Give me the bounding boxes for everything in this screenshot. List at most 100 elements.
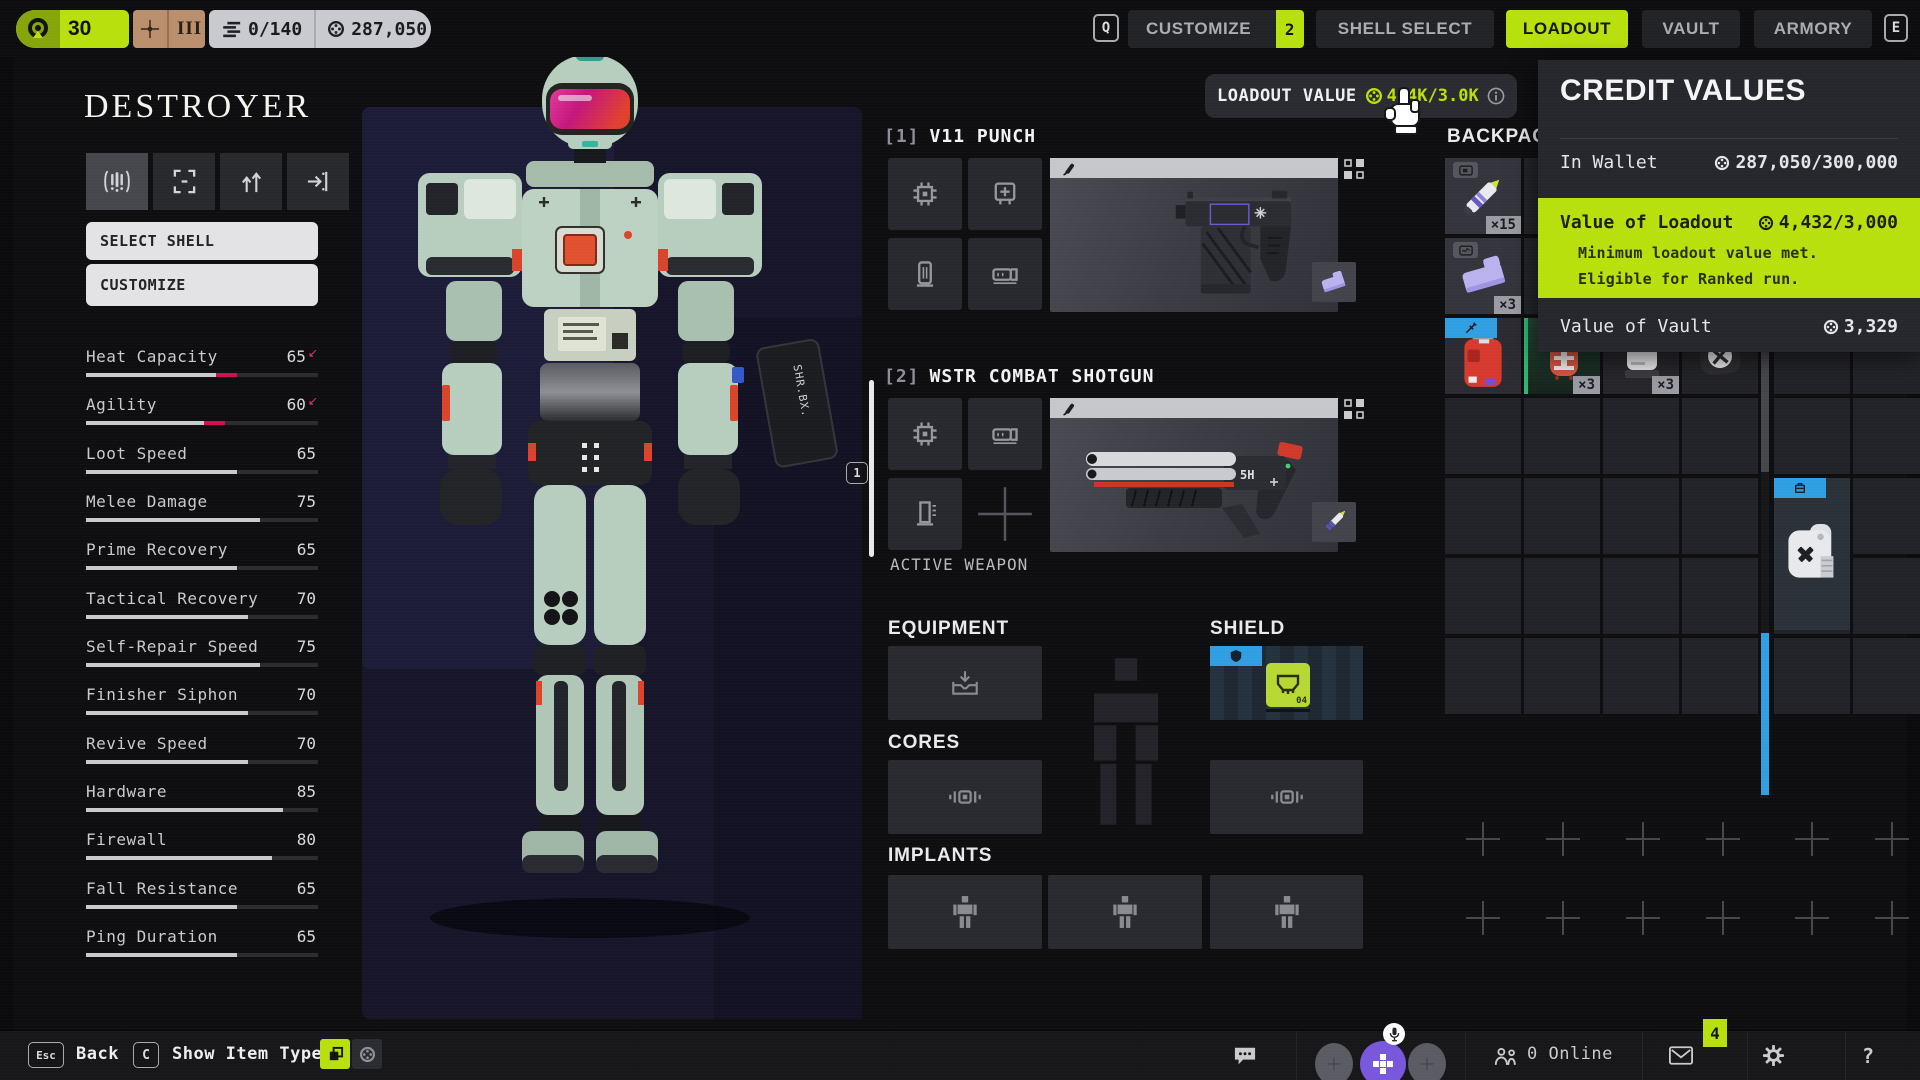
stat-row[interactable]: Fall Resistance 65 xyxy=(86,879,318,927)
mic-badge[interactable] xyxy=(1383,1023,1405,1045)
backpack-cell[interactable] xyxy=(1445,478,1521,554)
backpack-cell[interactable] xyxy=(1853,478,1920,554)
backpack-cell[interactable] xyxy=(1774,398,1850,474)
help-button[interactable]: ? xyxy=(1862,1044,1875,1068)
shield-header: SHIELD xyxy=(1210,618,1285,640)
stat-row[interactable]: Agility 60↙ xyxy=(86,395,318,443)
weapon2-mod-slot-barrel[interactable] xyxy=(888,478,962,550)
stat-row[interactable]: Self-Repair Speed 75 xyxy=(86,637,318,685)
shell-tab-mobility[interactable] xyxy=(220,153,282,210)
stat-row[interactable]: Ping Duration 65 xyxy=(86,927,318,975)
stat-row[interactable]: Loot Speed 65 xyxy=(86,444,318,492)
backpack-cell[interactable] xyxy=(1603,478,1679,554)
settings-gear-icon[interactable] xyxy=(1762,1044,1785,1067)
backpack-item-stim-pen[interactable]: ×15 xyxy=(1445,158,1521,234)
backpack-cell[interactable] xyxy=(1603,638,1679,714)
stat-label: Tactical Recovery xyxy=(86,589,258,608)
stat-row[interactable]: Heat Capacity 65↙ xyxy=(86,347,318,395)
weapon1-mod-slot-stock[interactable] xyxy=(968,238,1042,310)
level-pill[interactable]: 30 xyxy=(16,10,129,48)
player-level: 30 xyxy=(68,17,91,41)
core-slot-1[interactable] xyxy=(888,760,1042,834)
item-type-toggle-credit[interactable] xyxy=(352,1039,382,1069)
mail-icon[interactable] xyxy=(1669,1046,1693,1065)
weapon1-ammo-tile[interactable] xyxy=(1312,262,1356,302)
backpack-cell[interactable] xyxy=(1524,558,1600,634)
backpack-item-ammo-crate[interactable] xyxy=(1774,478,1850,630)
tab-loadout[interactable]: LOADOUT xyxy=(1506,10,1628,48)
backpack-cell[interactable] xyxy=(1524,478,1600,554)
stat-row[interactable]: Revive Speed 70 xyxy=(86,734,318,782)
party-slot-left[interactable] xyxy=(1315,1043,1353,1080)
back-button[interactable]: Back xyxy=(76,1044,119,1064)
tab-customize[interactable]: CUSTOMIZE 2 xyxy=(1128,10,1304,48)
scrap-counter-icon xyxy=(223,21,242,38)
weapon1-mod-slot-chip[interactable] xyxy=(888,158,962,230)
equipment-slot[interactable] xyxy=(888,646,1042,720)
backpack-item-medkit[interactable] xyxy=(1445,318,1521,394)
weapon1-mod-slot-sight[interactable] xyxy=(968,158,1042,230)
select-shell-button[interactable]: SELECT SHELL xyxy=(86,222,318,260)
implant-slot-3[interactable] xyxy=(1210,875,1363,949)
backpack-cell[interactable] xyxy=(1524,638,1600,714)
weapon1-card[interactable] xyxy=(1050,158,1338,312)
weapon1-grid-toggle-icon[interactable] xyxy=(1343,158,1365,180)
stat-row[interactable]: Prime Recovery 65 xyxy=(86,540,318,588)
weapon2-card[interactable]: 5H xyxy=(1050,398,1338,552)
backpack-cell[interactable] xyxy=(1774,638,1850,714)
weapon2-mod-slot-empty[interactable] xyxy=(968,478,1042,550)
backpack-cell[interactable] xyxy=(1603,398,1679,474)
backpack-cell[interactable] xyxy=(1682,398,1758,474)
loadout-value-pill[interactable]: LOADOUT VALUE 4.4K/3.0K xyxy=(1205,74,1517,118)
backpack-cell[interactable] xyxy=(1445,558,1521,634)
plus-icon xyxy=(1419,1056,1435,1072)
stat-row[interactable]: Tactical Recovery 70 xyxy=(86,589,318,637)
backpack-cell[interactable] xyxy=(1853,558,1920,634)
shell-tab-frame[interactable] xyxy=(153,153,215,210)
backpack-cell[interactable] xyxy=(1853,638,1920,714)
shell-tab-stats[interactable] xyxy=(86,153,148,210)
implant-slot-2[interactable] xyxy=(1048,875,1202,949)
backpack-cell[interactable] xyxy=(1682,558,1758,634)
shield-item[interactable]: 04 xyxy=(1266,663,1310,707)
stat-row[interactable]: Melee Damage 75 xyxy=(86,492,318,540)
weapon2-ammo-tile[interactable] xyxy=(1312,502,1356,542)
character-render[interactable]: SHR.BX. xyxy=(330,13,850,963)
backpack-cell[interactable] xyxy=(1603,558,1679,634)
party-slot-right[interactable] xyxy=(1408,1043,1446,1080)
backpack-cell[interactable] xyxy=(1853,398,1920,474)
shell-tab-impact[interactable] xyxy=(287,153,349,210)
stat-row[interactable]: Firewall 80 xyxy=(86,830,318,878)
tab-vault[interactable]: VAULT xyxy=(1642,10,1740,48)
tab-shell-select[interactable]: SHELL SELECT xyxy=(1316,10,1494,48)
backpack-cell[interactable] xyxy=(1682,638,1758,714)
info-icon[interactable] xyxy=(1487,87,1505,105)
weapon-scrollbar[interactable] xyxy=(869,380,874,557)
credit-icon xyxy=(1758,215,1774,231)
backpack-cell[interactable] xyxy=(1524,398,1600,474)
weapon2-grid-toggle-icon[interactable] xyxy=(1343,398,1365,420)
shield-slot[interactable]: 04 xyxy=(1210,646,1363,720)
weapon2-mod-slot-chip[interactable] xyxy=(888,398,962,470)
backpack-cell[interactable] xyxy=(1445,638,1521,714)
implant-slot-1[interactable] xyxy=(888,875,1042,949)
show-item-type-button[interactable]: Show Item Type xyxy=(172,1044,322,1064)
chat-icon[interactable] xyxy=(1233,1045,1257,1067)
item-type-toggle-on[interactable] xyxy=(320,1039,350,1069)
stat-row[interactable]: Hardware 85 xyxy=(86,782,318,830)
weapon1-mod-slot-magazine[interactable] xyxy=(888,238,962,310)
backpack-item-magazine[interactable]: ×3 xyxy=(1445,238,1521,314)
tab-armory[interactable]: ARMORY xyxy=(1754,10,1872,48)
rank-badge[interactable]: III xyxy=(133,10,205,48)
item-blue-header xyxy=(1445,318,1497,338)
customize-shell-button[interactable]: CUSTOMIZE xyxy=(86,264,318,306)
weapon2-mod-slot-magazine[interactable] xyxy=(968,398,1042,470)
backpack-cell[interactable] xyxy=(1682,478,1758,554)
player-avatar[interactable] xyxy=(1360,1041,1406,1080)
stat-row[interactable]: Finisher Siphon 70 xyxy=(86,685,318,733)
backpack-cell[interactable] xyxy=(1445,398,1521,474)
cores-header: CORES xyxy=(888,732,960,754)
core-slot-2[interactable] xyxy=(1210,760,1363,834)
loadout-screen: SHR.BX. xyxy=(0,0,1920,1080)
tab-loadout-label: LOADOUT xyxy=(1523,19,1611,39)
